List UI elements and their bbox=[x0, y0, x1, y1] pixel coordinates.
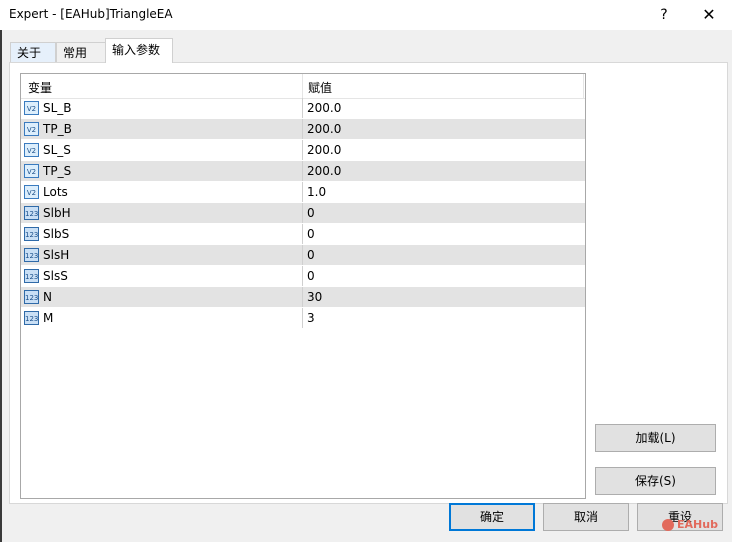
parameter-name: SlbS bbox=[43, 227, 70, 241]
parameter-value[interactable]: 200.0 bbox=[307, 101, 341, 115]
parameter-name: M bbox=[43, 311, 54, 325]
table-row[interactable]: V2 TP_B 200.0 bbox=[21, 119, 585, 140]
parameter-name: SL_B bbox=[43, 101, 72, 115]
cell-divider bbox=[302, 266, 303, 286]
parameter-value[interactable]: 3 bbox=[307, 311, 315, 325]
double-param-icon: V2 bbox=[24, 143, 39, 157]
parameter-name: Lots bbox=[43, 185, 68, 199]
table-row[interactable]: 123 SlbS 0 bbox=[21, 224, 585, 245]
parameter-name: N bbox=[43, 290, 52, 304]
integer-param-icon: 123 bbox=[24, 311, 39, 325]
parameter-value[interactable]: 200.0 bbox=[307, 143, 341, 157]
parameter-value[interactable]: 0 bbox=[307, 269, 315, 283]
integer-param-icon: 123 bbox=[24, 248, 39, 262]
watermark-text: EAHub bbox=[677, 518, 718, 531]
tab-bar: 关于 常用 输入参数 bbox=[0, 38, 732, 64]
parameter-value[interactable]: 0 bbox=[307, 248, 315, 262]
parameter-value[interactable]: 0 bbox=[307, 206, 315, 220]
column-divider[interactable] bbox=[302, 74, 303, 98]
cancel-button[interactable]: 取消 bbox=[543, 503, 629, 531]
ok-button[interactable]: 确定 bbox=[449, 503, 535, 531]
table-row[interactable]: V2 TP_S 200.0 bbox=[21, 161, 585, 182]
column-divider[interactable] bbox=[583, 74, 584, 98]
integer-param-icon: 123 bbox=[24, 290, 39, 304]
parameters-table[interactable]: 变量 赋值 V2 SL_B 200.0 V2 TP_B 200.0 V2 SL_S 200.0 V… bbox=[20, 73, 586, 499]
table-row[interactable]: 123 SlsH 0 bbox=[21, 245, 585, 266]
cell-divider bbox=[302, 308, 303, 328]
parameter-value[interactable]: 0 bbox=[307, 227, 315, 241]
double-param-icon: V2 bbox=[24, 122, 39, 136]
tab-common[interactable]: 常用 bbox=[56, 42, 106, 63]
cell-divider bbox=[302, 224, 303, 244]
parameter-name: SL_S bbox=[43, 143, 71, 157]
double-param-icon: V2 bbox=[24, 164, 39, 178]
cell-divider bbox=[302, 182, 303, 202]
tab-inputs[interactable]: 输入参数 bbox=[105, 38, 173, 63]
table-header: 变量 赋值 bbox=[21, 74, 585, 99]
double-param-icon: V2 bbox=[24, 101, 39, 115]
table-row[interactable]: 123 N 30 bbox=[21, 287, 585, 308]
column-header-value[interactable]: 赋值 bbox=[308, 79, 332, 96]
table-rows: V2 SL_B 200.0 V2 TP_B 200.0 V2 SL_S 200.0 V2 TP_S 2… bbox=[21, 98, 585, 329]
window-title: Expert - [EAHub]TriangleEA bbox=[9, 7, 173, 21]
background-window-edge bbox=[0, 30, 2, 542]
load-button[interactable]: 加载(L) bbox=[595, 424, 716, 452]
save-button[interactable]: 保存(S) bbox=[595, 467, 716, 495]
cell-divider bbox=[302, 98, 303, 118]
parameter-value[interactable]: 30 bbox=[307, 290, 322, 304]
close-button[interactable]: ✕ bbox=[696, 4, 722, 26]
integer-param-icon: 123 bbox=[24, 227, 39, 241]
cell-divider bbox=[302, 119, 303, 139]
tab-about[interactable]: 关于 bbox=[10, 42, 56, 63]
cell-divider bbox=[302, 140, 303, 160]
parameter-name: SlbH bbox=[43, 206, 71, 220]
double-param-icon: V2 bbox=[24, 185, 39, 199]
parameter-name: TP_S bbox=[43, 164, 72, 178]
watermark-logo-icon bbox=[662, 519, 674, 531]
integer-param-icon: 123 bbox=[24, 206, 39, 220]
cell-divider bbox=[302, 203, 303, 223]
watermark: EAHub bbox=[662, 518, 718, 531]
table-row[interactable]: 123 SlbH 0 bbox=[21, 203, 585, 224]
table-row[interactable]: V2 SL_B 200.0 bbox=[21, 98, 585, 119]
cell-divider bbox=[302, 161, 303, 181]
table-row[interactable]: 123 SlsS 0 bbox=[21, 266, 585, 287]
integer-param-icon: 123 bbox=[24, 269, 39, 283]
parameter-value[interactable]: 200.0 bbox=[307, 122, 341, 136]
parameter-name: SlsS bbox=[43, 269, 68, 283]
help-button[interactable]: ? bbox=[652, 4, 676, 26]
parameter-value[interactable]: 200.0 bbox=[307, 164, 341, 178]
parameter-value[interactable]: 1.0 bbox=[307, 185, 326, 199]
table-row[interactable]: V2 Lots 1.0 bbox=[21, 182, 585, 203]
cell-divider bbox=[302, 245, 303, 265]
column-header-variable[interactable]: 变量 bbox=[28, 79, 52, 96]
title-bar: Expert - [EAHub]TriangleEA ? ✕ bbox=[0, 0, 732, 30]
parameter-name: SlsH bbox=[43, 248, 70, 262]
parameter-name: TP_B bbox=[43, 122, 72, 136]
cell-divider bbox=[302, 287, 303, 307]
table-row[interactable]: 123 M 3 bbox=[21, 308, 585, 329]
table-row[interactable]: V2 SL_S 200.0 bbox=[21, 140, 585, 161]
